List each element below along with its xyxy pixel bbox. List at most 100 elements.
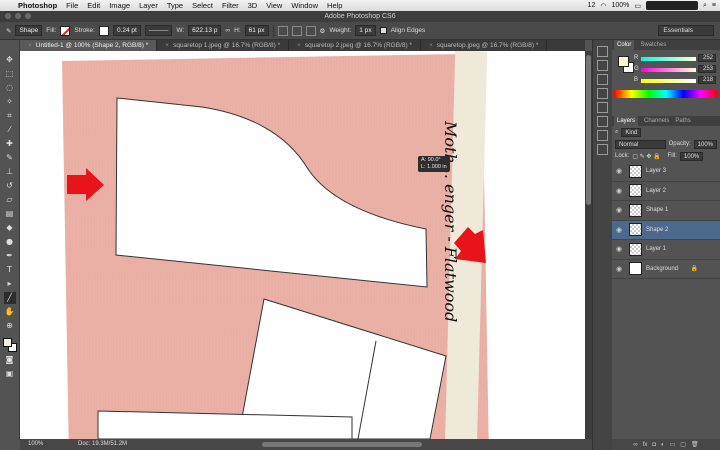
- layer-row-shape-1[interactable]: ◉ Shape 1: [612, 201, 720, 221]
- status-badge[interactable]: 12: [588, 2, 596, 9]
- path-operations-icon[interactable]: [277, 25, 288, 36]
- menu-view[interactable]: View: [266, 1, 282, 10]
- paragraph-panel-icon[interactable]: [597, 116, 608, 127]
- quick-select-tool-icon[interactable]: ✧: [4, 96, 16, 108]
- notification-icon[interactable]: ≡: [712, 2, 716, 9]
- link-layers-icon[interactable]: ∞: [633, 442, 637, 448]
- opacity-field[interactable]: 100%: [693, 139, 717, 149]
- visibility-eye-icon[interactable]: ◉: [612, 167, 626, 175]
- eyedropper-tool-icon[interactable]: ⁄: [4, 124, 16, 136]
- group-folder-icon[interactable]: ▭: [670, 441, 676, 448]
- link-icon[interactable]: ∞: [225, 27, 230, 34]
- scroll-thumb[interactable]: [586, 55, 591, 205]
- mask-icon[interactable]: ◘: [652, 442, 656, 448]
- workspace-select[interactable]: Essentials: [658, 25, 714, 36]
- screen-mode-icon[interactable]: ▣: [4, 368, 16, 380]
- tab-color[interactable]: Color: [614, 40, 635, 50]
- fx-icon[interactable]: fx: [643, 442, 648, 448]
- visibility-eye-icon[interactable]: ◉: [612, 187, 626, 195]
- layer-row-shape-2[interactable]: ◉ Shape 2: [612, 220, 720, 240]
- document-canvas[interactable]: Moth... enger - Flatwood: [20, 51, 585, 439]
- clock[interactable]: [645, 1, 698, 10]
- minimize-window-button[interactable]: [15, 13, 21, 19]
- layer-row-layer-1[interactable]: ◉ Layer 1: [612, 240, 720, 260]
- color-spectrum[interactable]: [614, 90, 718, 98]
- healing-tool-icon[interactable]: ✚: [4, 138, 16, 150]
- menu-filter[interactable]: Filter: [222, 1, 239, 10]
- tab-squaretop-1[interactable]: × squaretop 1.jpeg @ 16.7% (RGB/8) *: [157, 40, 290, 51]
- close-tab-icon[interactable]: ×: [165, 42, 169, 49]
- trash-icon[interactable]: 🗑: [691, 441, 699, 448]
- visibility-eye-icon[interactable]: ◉: [612, 226, 626, 234]
- path-select-tool-icon[interactable]: ▸: [4, 278, 16, 290]
- close-window-button[interactable]: [5, 13, 11, 19]
- menu-3d[interactable]: 3D: [248, 1, 258, 10]
- tab-squaretop[interactable]: × squaretop.jpeg @ 16.7% (RGB/8) *: [421, 40, 548, 51]
- history-brush-tool-icon[interactable]: ↺: [4, 180, 16, 192]
- marquee-tool-icon[interactable]: ⬚: [4, 68, 16, 80]
- info-panel-icon[interactable]: [597, 144, 608, 155]
- path-alignment-icon[interactable]: [291, 25, 302, 36]
- brush-tool-icon[interactable]: ✎: [4, 152, 16, 164]
- stroke-width-field[interactable]: 0.24 pt: [112, 25, 141, 36]
- vertical-scrollbar[interactable]: [585, 51, 592, 439]
- lock-icons[interactable]: ▢ ✎ ✥ 🔒: [632, 153, 660, 160]
- fill-swatch[interactable]: [60, 25, 71, 36]
- menu-image[interactable]: Image: [109, 1, 130, 10]
- menu-layer[interactable]: Layer: [139, 1, 158, 10]
- quick-mask-icon[interactable]: ◙: [4, 354, 16, 366]
- fill-field[interactable]: 100%: [679, 151, 704, 161]
- visibility-eye-icon[interactable]: ◉: [612, 265, 626, 273]
- tab-swatches[interactable]: Swatches: [640, 42, 666, 48]
- blur-tool-icon[interactable]: ◆: [4, 222, 16, 234]
- move-tool-icon[interactable]: ✥: [4, 54, 16, 66]
- menu-help[interactable]: Help: [327, 1, 342, 10]
- wifi-icon[interactable]: ◠: [600, 2, 606, 10]
- zoom-tool-icon[interactable]: ⊕: [4, 320, 16, 332]
- adjustment-layer-icon[interactable]: ◐: [661, 442, 665, 448]
- stroke-swatch[interactable]: [98, 25, 109, 36]
- brush-panel-icon[interactable]: [597, 130, 608, 141]
- tab-layers[interactable]: Layers: [614, 116, 639, 126]
- styles-panel-icon[interactable]: [597, 88, 608, 99]
- menu-type[interactable]: Type: [167, 1, 183, 10]
- character-panel-icon[interactable]: [597, 102, 608, 113]
- close-tab-icon[interactable]: ×: [28, 42, 32, 49]
- shape-2-outline[interactable]: [115, 97, 428, 288]
- gradient-tool-icon[interactable]: ▤: [4, 208, 16, 220]
- zoom-window-button[interactable]: [25, 13, 31, 19]
- kind-filter-select[interactable]: Kind: [621, 127, 642, 137]
- blend-mode-select[interactable]: Normal: [615, 139, 666, 149]
- type-tool-icon[interactable]: T: [4, 264, 16, 276]
- r-value[interactable]: 252: [698, 54, 716, 62]
- stroke-type-select[interactable]: ———: [144, 25, 173, 36]
- doc-size[interactable]: Doc: 19.3M/51.2M: [78, 439, 127, 450]
- visibility-eye-icon[interactable]: ◉: [612, 206, 626, 214]
- mode-select[interactable]: Shape: [15, 25, 43, 36]
- tab-channels[interactable]: Channels: [644, 118, 669, 124]
- adjustments-panel-icon[interactable]: [597, 74, 608, 85]
- green-slider[interactable]: [641, 68, 696, 72]
- pen-tool-icon[interactable]: ✒: [4, 250, 16, 262]
- battery-percent[interactable]: 100%: [611, 2, 629, 9]
- close-tab-icon[interactable]: ×: [297, 42, 301, 49]
- lasso-tool-icon[interactable]: ◌: [4, 82, 16, 94]
- menu-select[interactable]: Select: [192, 1, 213, 10]
- tab-paths[interactable]: Paths: [675, 118, 690, 124]
- visibility-eye-icon[interactable]: ◉: [612, 245, 626, 253]
- red-slider[interactable]: [641, 57, 696, 61]
- weight-field[interactable]: 1 px: [355, 25, 376, 36]
- blue-slider[interactable]: [641, 79, 696, 83]
- align-edges-checkbox[interactable]: [379, 27, 387, 34]
- close-tab-icon[interactable]: ×: [429, 42, 433, 49]
- height-field[interactable]: 61 px: [244, 25, 269, 36]
- gear-icon[interactable]: ⚙: [320, 27, 326, 35]
- stamp-tool-icon[interactable]: ⊥: [4, 166, 16, 178]
- tab-untitled-1[interactable]: × Untitled-1 @ 100% (Shape 2, RGB/8) *: [20, 40, 158, 51]
- hand-tool-icon[interactable]: ✋: [4, 306, 16, 318]
- pen-tool-icon[interactable]: ✎: [6, 27, 11, 35]
- actions-panel-icon[interactable]: [597, 60, 608, 71]
- battery-icon[interactable]: ▭: [634, 2, 641, 10]
- history-panel-icon[interactable]: [597, 46, 608, 57]
- dodge-tool-icon[interactable]: ●: [4, 236, 16, 248]
